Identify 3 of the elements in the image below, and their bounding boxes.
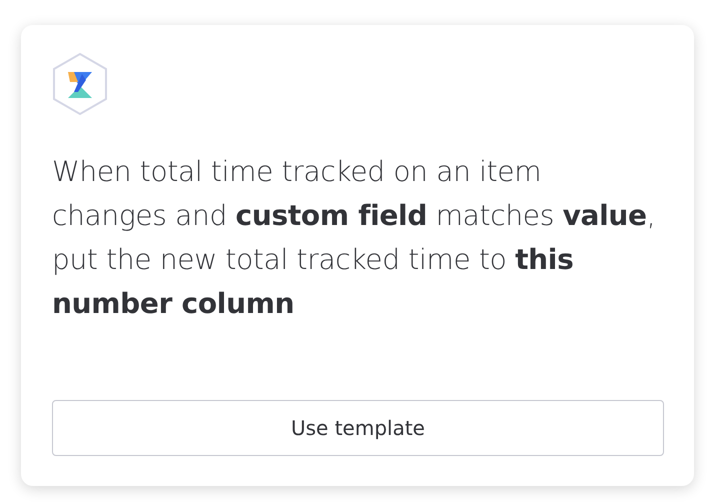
hourglass-logo-icon bbox=[52, 52, 108, 116]
template-description: When total time tracked on an item changes and custom field matches value, put the new total tracked time to this number column bbox=[52, 154, 656, 322]
use-template-button[interactable]: Use template bbox=[52, 400, 664, 456]
